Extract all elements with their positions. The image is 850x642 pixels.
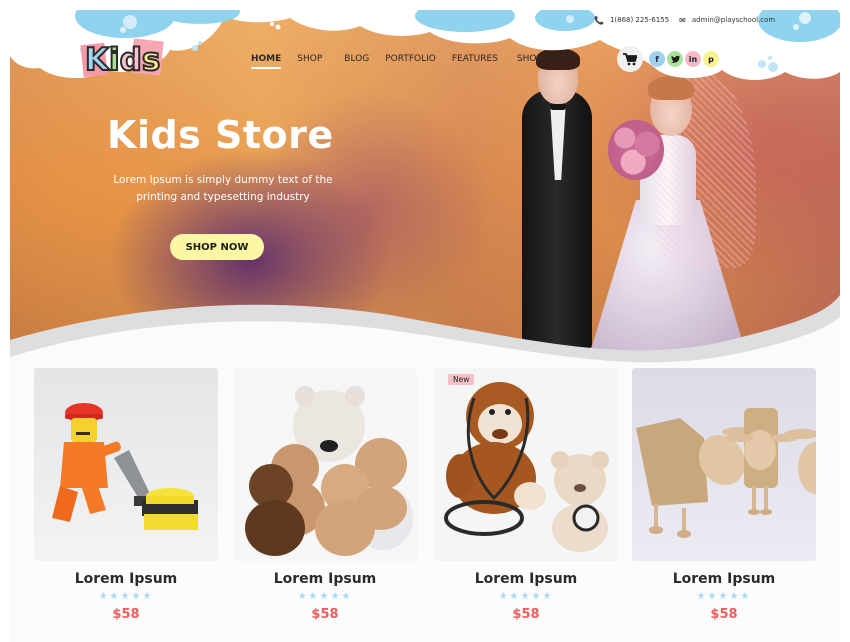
star-rating: ★★★★★ (498, 591, 554, 602)
product-image-teddy-bears[interactable] (233, 368, 417, 561)
product-card[interactable]: Lorem Ipsum ★★★★★ $58 (34, 368, 218, 638)
envelope-icon: ✉ (679, 15, 686, 25)
nav-item-shop[interactable]: SHOP (297, 54, 322, 64)
cart-icon (623, 52, 637, 65)
product-price: $58 (112, 607, 140, 622)
nav-item-home[interactable]: HOME (251, 54, 282, 69)
page: Kids 📞 1(868) 225-6155 ✉ admin@playschoo… (10, 10, 840, 642)
teddy-bears-image (233, 368, 417, 561)
product-card[interactable]: Lorem Ipsum ★★★★★ $58 (233, 368, 417, 638)
nav-item-features[interactable]: FEATURES (452, 54, 498, 64)
product-card[interactable]: New Lorem Ipsum ★★★★★ $58 (434, 368, 618, 638)
logo-letter: i (108, 41, 121, 79)
twitter-icon[interactable] (667, 51, 683, 67)
product-card[interactable]: Lorem Ipsum ★★★★★ $58 (632, 368, 816, 638)
lego-figure-image (34, 368, 218, 561)
product-title[interactable]: Lorem Ipsum (632, 571, 816, 587)
product-image-wooden-sheep[interactable] (632, 368, 816, 561)
hero-subtitle-line: Lorem Ipsum is simply dummy text of the (113, 174, 333, 186)
product-image-lego-figure[interactable] (34, 368, 218, 561)
wave-divider (10, 295, 840, 375)
twitter-bird-glyph (670, 55, 680, 63)
product-title[interactable]: Lorem Ipsum (233, 571, 417, 587)
cart-button[interactable] (617, 46, 643, 72)
hero-subtitle: Lorem Ipsum is simply dummy text of the … (108, 172, 338, 206)
product-title[interactable]: Lorem Ipsum (34, 571, 218, 587)
hero-subtitle-line: printing and typesetting industry (136, 191, 310, 203)
phone-icon: 📞 (594, 15, 604, 25)
kids-logo[interactable]: Kids (80, 38, 172, 82)
bouquet (608, 120, 664, 180)
product-title[interactable]: Lorem Ipsum (434, 571, 618, 587)
social-links: f in p (649, 51, 719, 67)
main-nav: HOME SHOP BLOG PORTFOLIO FEATURES SHORTC… (251, 54, 579, 69)
shop-now-button[interactable]: SHOP NOW (170, 234, 264, 260)
logo-letter: K (84, 41, 110, 79)
logo-letter: s (141, 41, 162, 79)
monkey-plush-image (434, 368, 618, 561)
hero-title: Kids Store (107, 113, 334, 157)
star-rating: ★★★★★ (696, 591, 752, 602)
linkedin-icon[interactable]: in (685, 51, 701, 67)
nav-item-blog[interactable]: BLOG (344, 54, 369, 64)
star-rating: ★★★★★ (297, 591, 353, 602)
new-badge: New (448, 374, 475, 385)
nav-item-shortcodes[interactable]: SHORTCODES (517, 54, 579, 64)
product-price: $58 (710, 607, 738, 622)
logo-letter: d (119, 41, 143, 79)
logo-text: Kids (84, 40, 162, 80)
phone-number[interactable]: 1(868) 225-6155 (610, 16, 669, 24)
pinterest-icon[interactable]: p (703, 51, 719, 67)
contact-bar: 📞 1(868) 225-6155 ✉ admin@playschool.com (594, 14, 775, 26)
star-rating: ★★★★★ (98, 591, 154, 602)
email-address[interactable]: admin@playschool.com (692, 16, 775, 24)
product-price: $58 (512, 607, 540, 622)
wooden-sheep-image (632, 368, 816, 561)
facebook-icon[interactable]: f (649, 51, 665, 67)
nav-item-portfolio[interactable]: PORTFOLIO (385, 54, 436, 64)
product-price: $58 (311, 607, 339, 622)
product-grid: Lorem Ipsum ★★★★★ $58 Lorem Ipsum ★★★★★ … (34, 368, 824, 638)
product-image-monkey-plush[interactable]: New (434, 368, 618, 561)
